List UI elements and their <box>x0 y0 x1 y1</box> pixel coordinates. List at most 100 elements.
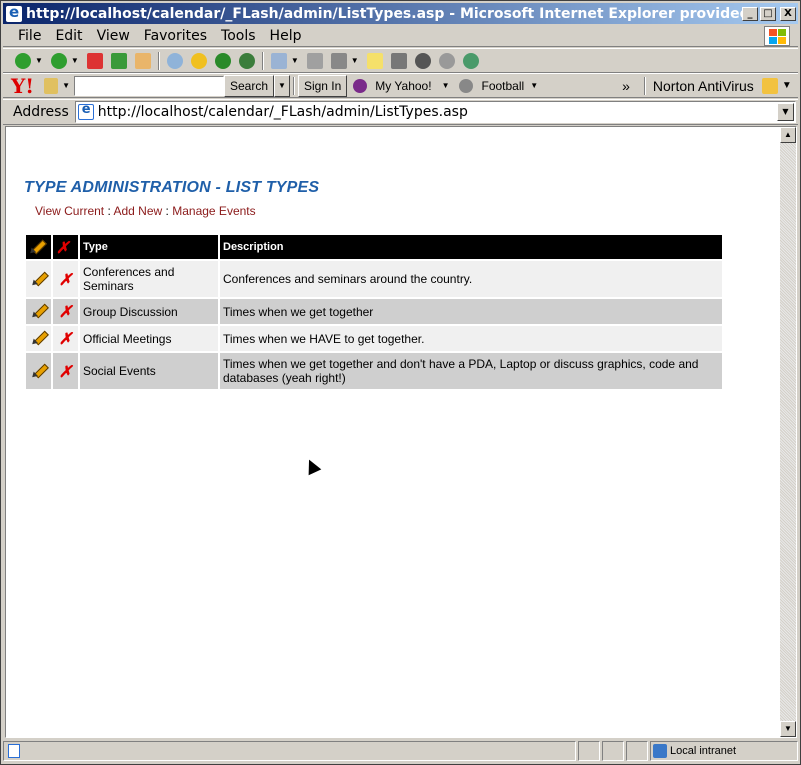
refresh-icon[interactable] <box>110 52 127 69</box>
delete-cell[interactable]: ✗ <box>53 299 78 324</box>
edit-column-header <box>26 235 51 259</box>
favorites-icon[interactable] <box>190 52 207 69</box>
forward-icon[interactable] <box>50 52 67 69</box>
edit-pencil-icon[interactable] <box>31 329 47 345</box>
status-bar: Local intranet <box>3 739 798 763</box>
close-button[interactable]: X <box>780 6 796 21</box>
mail-dropdown-icon[interactable]: ▼ <box>291 56 299 65</box>
type-cell: Group Discussion <box>80 299 218 324</box>
discuss-icon[interactable] <box>366 52 383 69</box>
research-icon[interactable] <box>390 52 407 69</box>
norton-icon[interactable] <box>761 77 778 94</box>
my-yahoo-link[interactable]: My Yahoo! <box>375 79 431 93</box>
print-icon[interactable] <box>306 52 323 69</box>
search-icon[interactable] <box>166 52 183 69</box>
my-yahoo-dropdown-icon[interactable]: ▼ <box>442 81 450 90</box>
media-icon[interactable] <box>214 52 231 69</box>
type-cell: Official Meetings <box>80 326 218 351</box>
football-dropdown-icon[interactable]: ▼ <box>530 81 538 90</box>
status-pane <box>626 741 648 761</box>
back-icon[interactable] <box>15 52 31 69</box>
edit-cell[interactable] <box>26 299 51 324</box>
view-current-link[interactable]: View Current <box>35 204 104 218</box>
delete-cell[interactable]: ✗ <box>53 326 78 351</box>
my-yahoo-icon[interactable] <box>353 78 368 93</box>
yahoo-logo[interactable]: Y! <box>11 74 34 98</box>
menu-tools[interactable]: Tools <box>214 28 263 44</box>
add-new-link[interactable]: Add New <box>114 204 163 218</box>
toolbar-separator <box>643 76 646 95</box>
scroll-down-icon[interactable]: ▼ <box>780 721 796 737</box>
back-dropdown-icon[interactable]: ▼ <box>35 56 43 65</box>
address-url[interactable]: http://localhost/calendar/_FLash/admin/L… <box>98 104 777 120</box>
address-bar: Address http://localhost/calendar/_FLash… <box>3 99 798 125</box>
status-pane <box>602 741 624 761</box>
chat-icon[interactable] <box>438 52 455 69</box>
title-bar: http://localhost/calendar/_FLash/admin/L… <box>3 3 798 24</box>
edit-pencil-icon[interactable] <box>31 302 47 318</box>
norton-antivirus-label[interactable]: Norton AntiVirus <box>653 78 754 94</box>
yahoo-dropdown-icon[interactable]: ▼ <box>62 81 70 90</box>
windows-logo-icon <box>764 26 790 46</box>
menu-edit[interactable]: Edit <box>48 28 89 44</box>
delete-cell[interactable]: ✗ <box>53 353 78 389</box>
home-icon[interactable] <box>134 52 151 69</box>
maximize-button[interactable]: □ <box>760 6 776 21</box>
browser-window: http://localhost/calendar/_FLash/admin/L… <box>0 0 801 765</box>
edit-cell[interactable] <box>26 261 51 297</box>
page-viewport: ▲ ▼ TYPE ADMINISTRATION - LIST TYPES Vie… <box>5 126 797 738</box>
yahoo-search-button[interactable]: Search <box>223 74 275 97</box>
menu-view[interactable]: View <box>90 28 137 44</box>
description-cell: Times when we get together and don't hav… <box>220 353 722 389</box>
address-dropdown-icon[interactable]: ▼ <box>777 103 794 121</box>
delete-x-icon[interactable]: ✗ <box>59 329 72 348</box>
messenger-icon[interactable] <box>414 52 431 69</box>
edit-pencil-icon[interactable] <box>31 362 47 378</box>
addon-icon[interactable] <box>462 52 479 69</box>
zone-label: Local intranet <box>670 745 737 757</box>
description-column-header: Description <box>220 235 722 259</box>
menu-favorites[interactable]: Favorites <box>137 28 214 44</box>
window-controls: _ □ X <box>742 6 796 21</box>
edit-dropdown-icon[interactable]: ▼ <box>351 56 359 65</box>
window-title: http://localhost/calendar/_FLash/admin/L… <box>26 5 742 22</box>
football-icon[interactable] <box>459 78 474 93</box>
table-row: ✗ Social Events Times when we get togeth… <box>26 353 722 389</box>
type-cell: Conferences and Seminars <box>80 261 218 297</box>
manage-events-link[interactable]: Manage Events <box>172 204 255 218</box>
page-status-icon <box>8 744 20 758</box>
vertical-scrollbar[interactable]: ▲ ▼ <box>780 127 796 737</box>
address-input[interactable]: http://localhost/calendar/_FLash/admin/L… <box>74 101 796 123</box>
pencil-icon[interactable] <box>44 77 59 94</box>
delete-x-icon[interactable]: ✗ <box>59 362 72 381</box>
edit-icon[interactable] <box>330 52 347 69</box>
norton-dropdown-icon[interactable]: ▼ <box>782 80 792 91</box>
edit-cell[interactable] <box>26 326 51 351</box>
status-pane <box>578 741 600 761</box>
mail-icon[interactable] <box>270 52 287 69</box>
forward-dropdown-icon[interactable]: ▼ <box>71 56 79 65</box>
edit-pencil-icon[interactable] <box>31 270 47 286</box>
delete-x-icon[interactable]: ✗ <box>59 270 72 289</box>
type-column-header: Type <box>80 235 218 259</box>
football-link[interactable]: Football <box>481 79 524 93</box>
toolbar-separator <box>157 51 160 70</box>
search-dropdown-icon[interactable]: ▼ <box>274 74 290 97</box>
description-cell: Times when we HAVE to get together. <box>220 326 722 351</box>
delete-column-header: ✗ <box>53 235 78 259</box>
stop-icon[interactable] <box>86 52 103 69</box>
menu-help[interactable]: Help <box>263 28 309 44</box>
delete-x-icon[interactable]: ✗ <box>59 302 72 321</box>
minimize-button[interactable]: _ <box>742 6 758 21</box>
history-icon[interactable] <box>238 52 255 69</box>
delete-cell[interactable]: ✗ <box>53 261 78 297</box>
sign-in-button[interactable]: Sign In <box>297 74 348 97</box>
admin-nav: View Current : Add New : Manage Events <box>35 204 764 218</box>
scroll-up-icon[interactable]: ▲ <box>780 127 796 143</box>
description-cell: Times when we get together <box>220 299 722 324</box>
nav-separator: : <box>107 204 111 218</box>
menu-file[interactable]: File <box>11 28 48 44</box>
edit-cell[interactable] <box>26 353 51 389</box>
more-chevron-icon[interactable]: » <box>622 78 630 94</box>
yahoo-search-input[interactable] <box>73 75 224 96</box>
